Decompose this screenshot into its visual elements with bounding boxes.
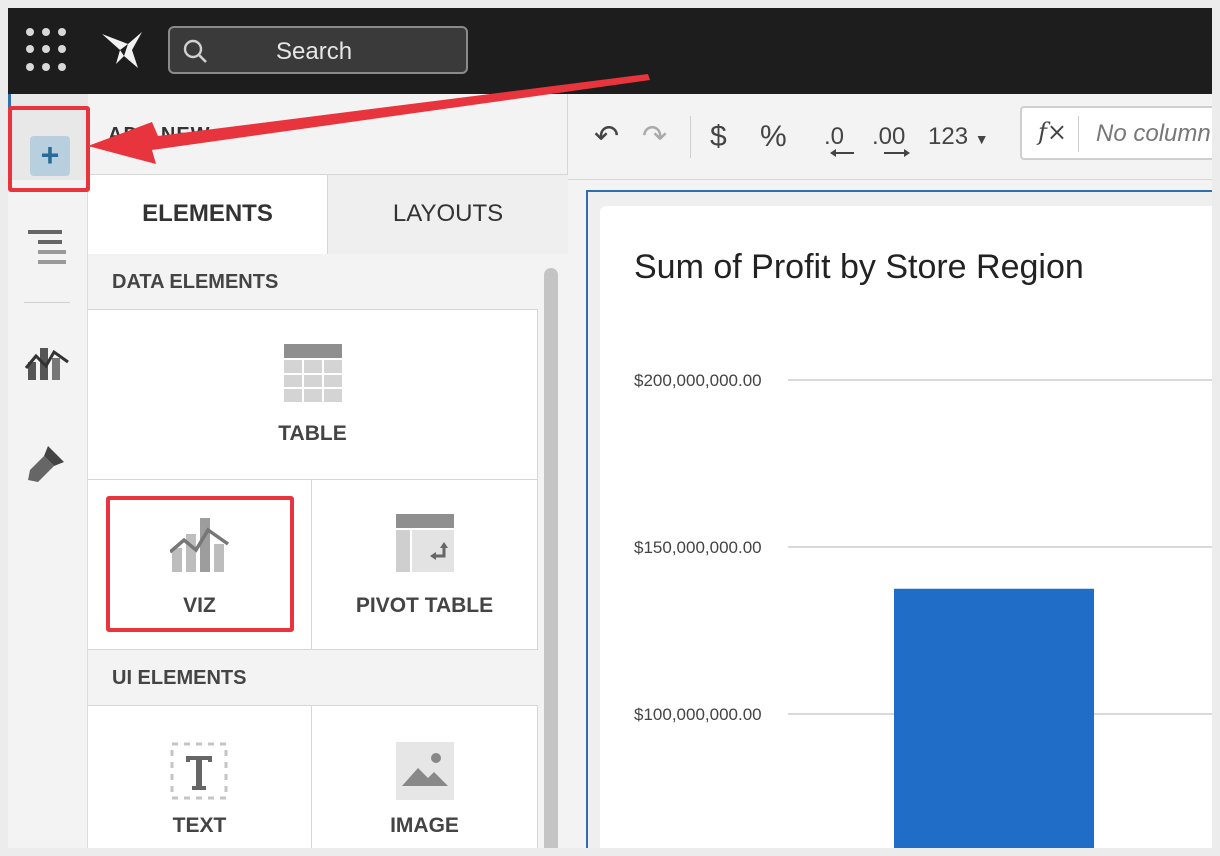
bar[interactable]: [894, 588, 1094, 848]
add-icon[interactable]: +: [30, 136, 70, 176]
panel-tabs: ELEMENTS LAYOUTS: [88, 174, 568, 255]
pivot-table-icon: [396, 514, 454, 572]
undo-button[interactable]: ↶: [594, 114, 619, 160]
decrease-decimals-button[interactable]: .0: [824, 114, 854, 160]
text-icon: [170, 742, 228, 800]
app-window: Search + ADD NEW ELEMENTS LAYOUTS DATA E…: [8, 8, 1212, 848]
search-label: Search: [276, 38, 353, 65]
number-format-dropdown[interactable]: 123 ▼: [928, 114, 989, 160]
text-element-label: TEXT: [172, 814, 227, 837]
add-new-panel: ADD NEW ELEMENTS LAYOUTS DATA ELEMENTS T…: [88, 94, 568, 848]
viz-icon: [170, 518, 230, 572]
percent-format-button[interactable]: %: [760, 114, 787, 160]
formula-placeholder: No column: [1096, 120, 1211, 147]
arrow-right-icon: [884, 149, 910, 157]
search-box[interactable]: Search: [168, 26, 468, 74]
format-brush-icon[interactable]: [24, 440, 70, 486]
tab-elements[interactable]: ELEMENTS: [88, 175, 328, 255]
function-icon: f×: [1038, 118, 1067, 146]
arrow-left-icon: [830, 149, 854, 157]
format-toolbar: ↶ ↷ $ % .0 .00 123 ▼ f× No column: [568, 94, 1212, 180]
viz-element-label: VIZ: [183, 594, 216, 617]
table-element-label: TABLE: [278, 422, 347, 445]
decrease-decimals-label: .0: [824, 123, 845, 150]
image-element-label: IMAGE: [390, 814, 459, 837]
table-element[interactable]: TABLE: [88, 310, 538, 480]
formula-bar[interactable]: f× No column: [1020, 106, 1212, 160]
chart-card[interactable]: Sum of Profit by Store Region $200,000,0…: [600, 206, 1212, 848]
text-element[interactable]: TEXT: [88, 706, 312, 848]
panel-scrollbar[interactable]: [538, 254, 568, 848]
search-icon: [183, 39, 207, 63]
image-element[interactable]: IMAGE: [312, 706, 538, 848]
pivot-table-element[interactable]: PIVOT TABLE: [312, 480, 538, 650]
tab-layouts[interactable]: LAYOUTS: [328, 175, 568, 255]
bar-chart[interactable]: $200,000,000.00 $150,000,000.00 $100,000,0…: [600, 206, 1212, 848]
increase-decimals-label: .00: [872, 123, 906, 150]
data-icon[interactable]: [24, 338, 70, 384]
increase-decimals-button[interactable]: .00: [872, 114, 910, 160]
y-tick-label: $200,000,000.00: [634, 371, 762, 390]
number-format-label: 123: [928, 123, 969, 150]
sigma-logo-icon[interactable]: [98, 28, 146, 72]
currency-format-button[interactable]: $: [710, 114, 727, 160]
data-elements-header: DATA ELEMENTS: [88, 254, 538, 310]
add-new-rail-item[interactable]: +: [8, 94, 88, 180]
y-tick-label: $150,000,000.00: [634, 538, 762, 557]
redo-button[interactable]: ↷: [642, 114, 667, 160]
workbook-canvas: Sum of Profit by Store Region $200,000,0…: [568, 180, 1212, 848]
formula-divider: [1078, 116, 1079, 152]
outline-icon[interactable]: [24, 224, 70, 270]
panel-scrollbar-thumb[interactable]: [544, 268, 558, 848]
toolbar-divider: [690, 116, 691, 158]
panel-title: ADD NEW: [108, 124, 211, 146]
viz-element[interactable]: VIZ: [88, 480, 312, 650]
y-tick-label: $100,000,000.00: [634, 705, 762, 724]
top-bar: Search: [8, 8, 1212, 94]
ui-elements-header: UI ELEMENTS: [88, 650, 538, 706]
rail-divider: [24, 302, 70, 303]
pivot-table-element-label: PIVOT TABLE: [355, 594, 494, 617]
chevron-down-icon: ▼: [974, 131, 989, 147]
image-icon: [396, 742, 454, 800]
table-icon: [284, 344, 342, 402]
apps-grid-icon[interactable]: [26, 28, 70, 72]
left-rail: +: [8, 94, 88, 848]
